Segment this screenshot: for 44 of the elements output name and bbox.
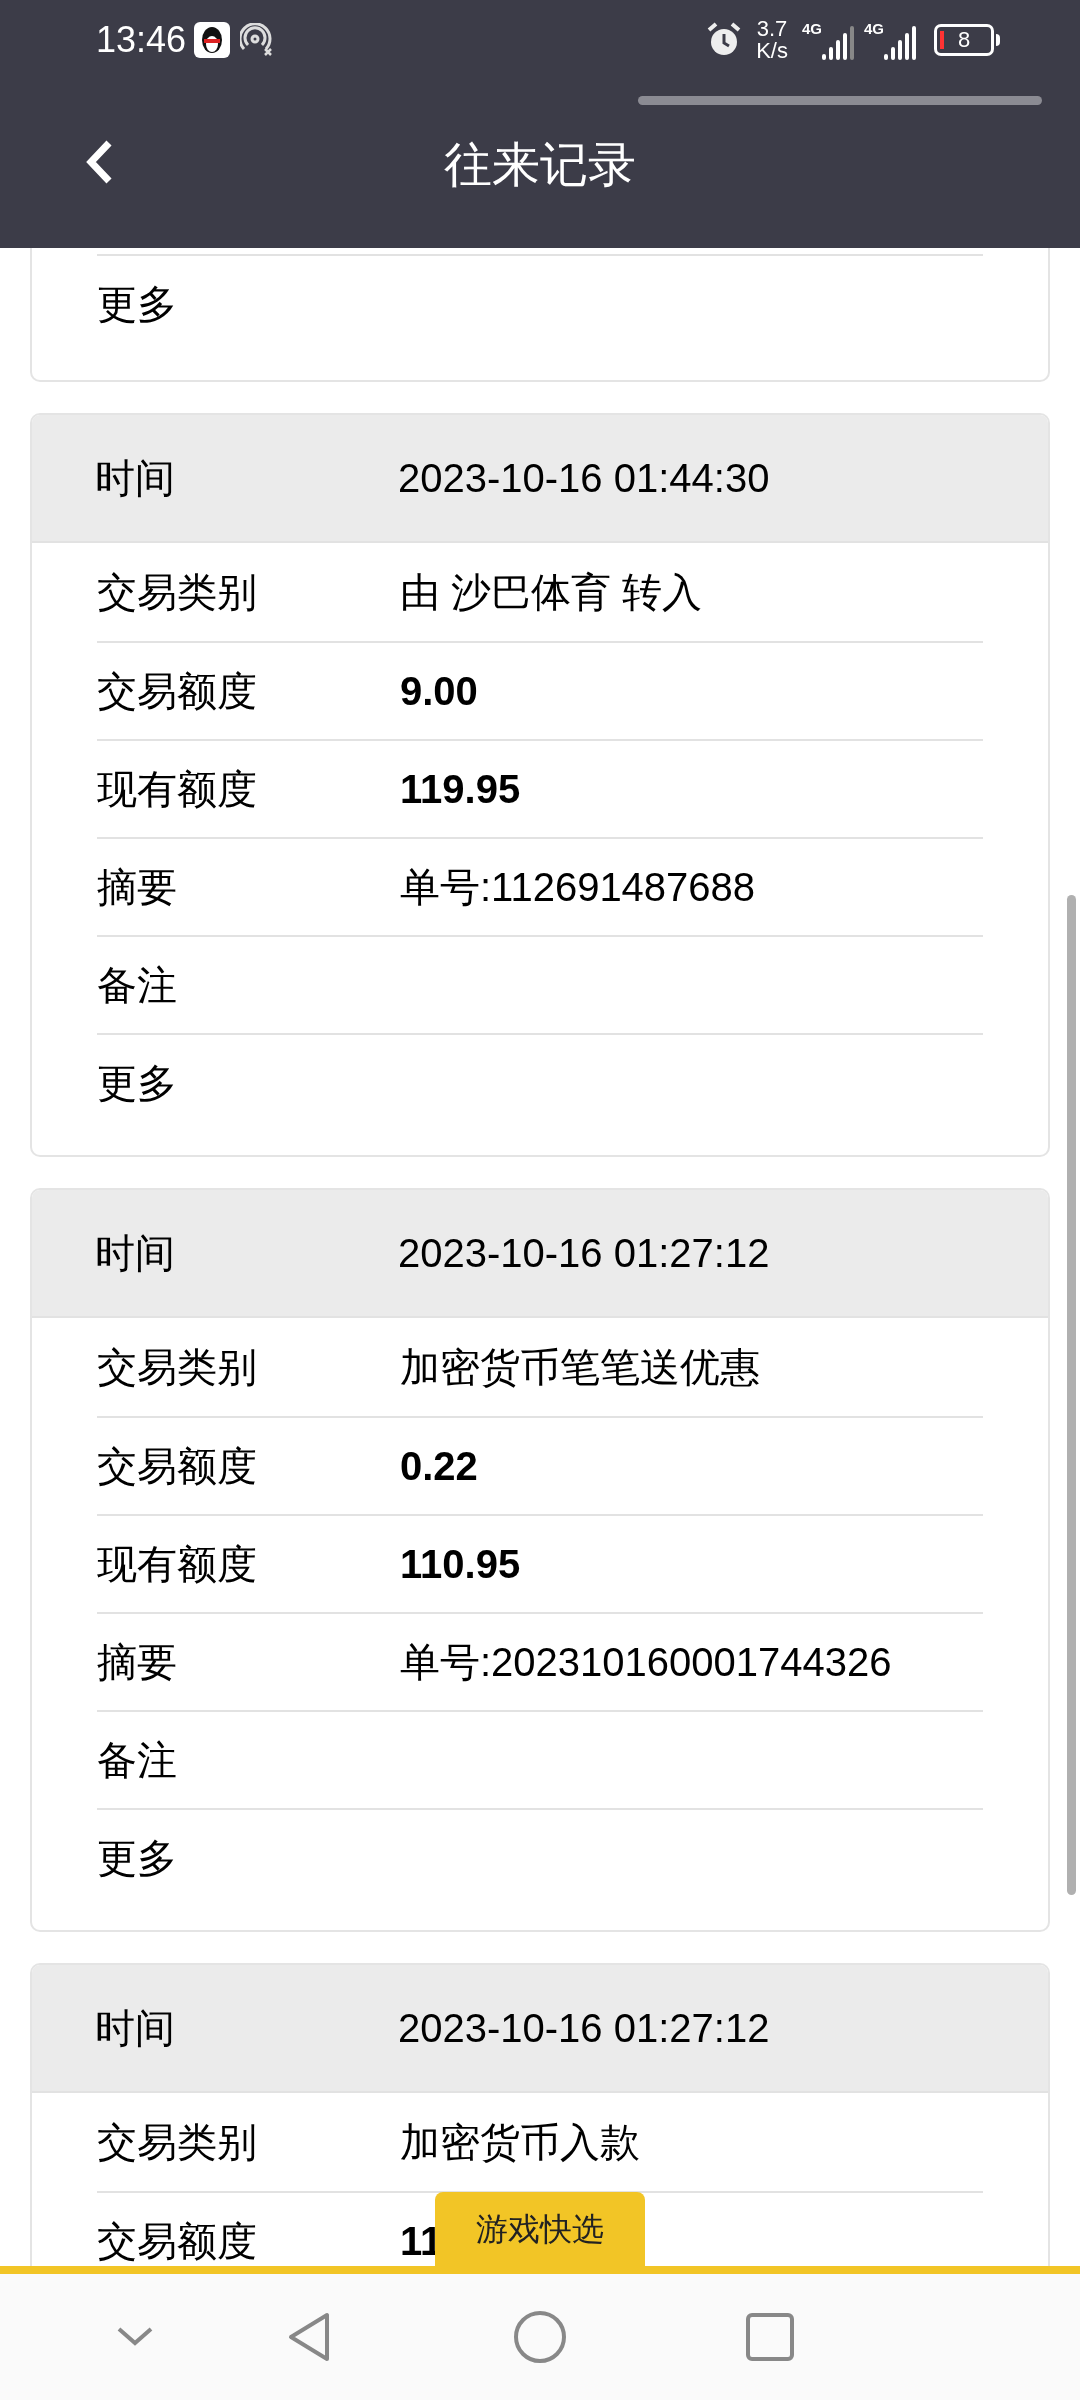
page-title: 往来记录 [444, 137, 636, 193]
signal-icon [884, 24, 918, 60]
network-type: 4G [864, 20, 884, 38]
amount-value: 110.95 [400, 1544, 521, 1584]
field-label: 现有额度 [97, 1544, 258, 1584]
field-label: 备注 [97, 965, 178, 1005]
battery-icon: 8 [934, 24, 994, 56]
time-value: 2023-10-16 01:27:12 [398, 1230, 770, 1277]
field-label: 交易类别 [97, 1347, 258, 1387]
field-label: 时间 [95, 2005, 176, 2052]
field-label: 交易额度 [97, 2221, 258, 2261]
field-value: 由 沙巴体育 转入 [400, 572, 703, 612]
field-label: 更多 [97, 1063, 178, 1103]
app-icon [194, 22, 231, 58]
field-label: 时间 [95, 455, 176, 502]
field-label: 更多 [97, 1838, 178, 1878]
field-label: 交易类别 [97, 572, 258, 612]
status-time: 13:46 [96, 18, 187, 62]
field-label: 摘要 [97, 867, 178, 907]
square-icon [746, 2313, 794, 2361]
field-label: 现有额度 [97, 769, 258, 809]
circle-icon [513, 2310, 567, 2364]
amount-value: 119.95 [400, 769, 521, 809]
time-value: 2023-10-16 01:44:30 [398, 455, 770, 502]
hotspot-icon [240, 23, 275, 57]
field-label: 交易额度 [97, 1446, 258, 1486]
network-speed: K/s [756, 40, 788, 62]
field-label: 时间 [95, 1230, 176, 1277]
field-label: 更多 [97, 284, 178, 324]
field-label: 交易类别 [97, 2122, 258, 2162]
field-value: 加密货币笔笔送优惠 [400, 1347, 760, 1387]
quick-select-tab[interactable]: 游戏快选 [435, 2192, 645, 2266]
network-speed: 3.7 [756, 18, 788, 40]
amount-value: 9.00 [400, 671, 478, 711]
field-value: 单号:202310160001744326 [400, 1642, 892, 1682]
amount-value: 0.22 [400, 1446, 478, 1486]
field-label: 交易额度 [97, 671, 258, 711]
field-value: 加密货币入款 [400, 2122, 640, 2162]
field-value: 单号:112691487688 [400, 867, 756, 907]
time-value: 2023-10-16 01:27:12 [398, 2005, 770, 2052]
field-label: 摘要 [97, 1642, 178, 1682]
network-type: 4G [801, 20, 822, 38]
signal-icon [822, 24, 856, 60]
field-label: 备注 [97, 1740, 178, 1780]
